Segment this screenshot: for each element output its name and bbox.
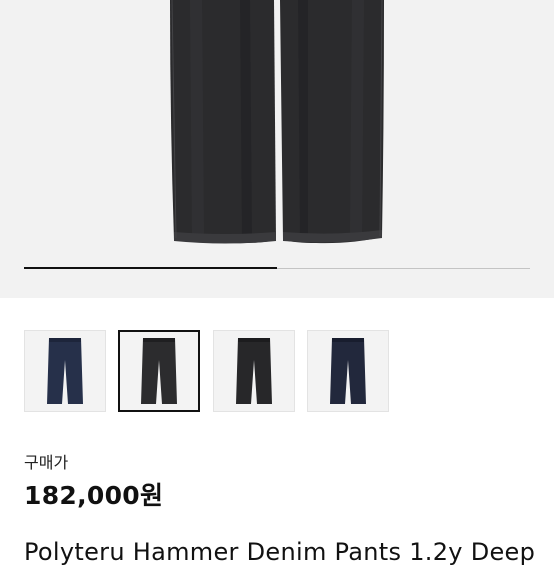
product-image-viewer[interactable]	[0, 0, 554, 298]
thumbnail-2[interactable]	[118, 330, 200, 412]
main-product-image	[170, 0, 384, 244]
price-value: 182,000원	[24, 481, 164, 510]
pants-thumbnail-icon	[141, 338, 177, 404]
gallery-progress-fill	[24, 267, 277, 269]
price-label: 구매가	[24, 453, 69, 472]
pants-thumbnail-icon	[236, 338, 272, 404]
product-title: Polyteru Hammer Denim Pants 1.2y Deep	[24, 538, 536, 566]
thumbnail-4[interactable]	[307, 330, 389, 412]
pants-thumbnail-icon	[330, 338, 366, 404]
thumbnail-1[interactable]	[24, 330, 106, 412]
thumbnail-strip	[24, 330, 394, 412]
gallery-progress-bar	[24, 267, 530, 269]
thumbnail-3[interactable]	[213, 330, 295, 412]
pants-thumbnail-icon	[47, 338, 83, 404]
